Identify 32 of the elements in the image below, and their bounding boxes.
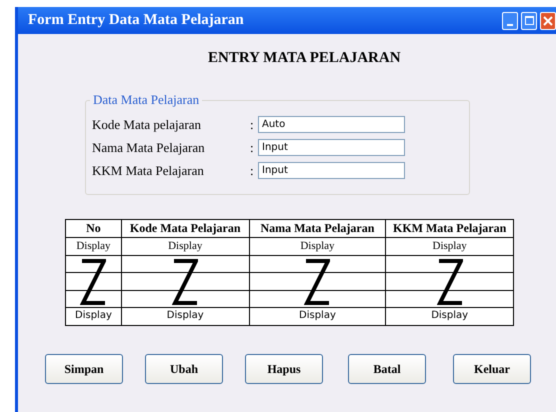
column-header: Kode Mata Pelajaran xyxy=(120,220,249,237)
colon: : xyxy=(250,138,255,157)
table-cell: Display xyxy=(248,308,386,325)
field-label: Nama Mata Pelajaran xyxy=(92,138,206,157)
column-header: Nama Mata Pelajaran xyxy=(248,220,386,237)
colon: : xyxy=(250,162,255,180)
column-header: No xyxy=(85,220,102,237)
table-cell: Display xyxy=(248,238,386,255)
colon: : xyxy=(250,116,255,134)
field-label: Kode Mata pelajaran xyxy=(92,116,202,134)
close-icon[interactable] xyxy=(540,12,556,30)
action-button[interactable]: Ubah xyxy=(145,354,223,384)
action-button[interactable]: Hapus xyxy=(245,354,323,384)
column-header: KKM Mata Pelajaran xyxy=(385,220,513,237)
minimize-icon[interactable] xyxy=(502,12,518,30)
table-cell: Display xyxy=(385,238,513,255)
group-title: Data Mata Pelajaran xyxy=(90,92,202,108)
action-button[interactable]: Keluar xyxy=(453,354,531,384)
form-heading: ENTRY MATA PELAJARAN xyxy=(208,51,401,66)
action-button[interactable]: Simpan xyxy=(45,354,123,384)
text-field[interactable]: Auto xyxy=(258,116,405,133)
text-field[interactable]: Input xyxy=(258,162,405,179)
action-button[interactable]: Batal xyxy=(348,354,426,384)
maximize-icon[interactable] xyxy=(521,12,537,30)
table-cell-text: Display xyxy=(74,309,113,323)
table-cell: Display xyxy=(385,308,513,325)
window-title: Form Entry Data Mata Pelajaran xyxy=(28,11,245,30)
text-field[interactable]: Input xyxy=(258,139,405,156)
field-label: KKM Mata Pelajaran xyxy=(92,162,205,180)
table-cell: Display xyxy=(120,238,249,255)
table-cell: Display xyxy=(120,308,249,325)
table-cell-text: Display xyxy=(75,239,112,254)
